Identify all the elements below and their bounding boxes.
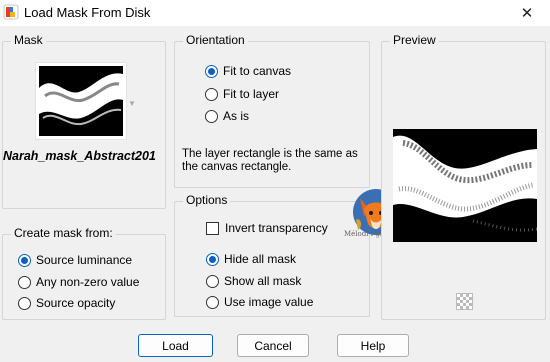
radio-indicator[interactable] — [206, 252, 219, 266]
checkbox-label: Invert transparency — [225, 221, 328, 235]
radio-label: Use image value — [224, 295, 314, 309]
invert-transparency-checkbox[interactable]: Invert transparency — [206, 221, 328, 235]
mask-group: Mask ▼ Narah_mask_Abstract201 — [2, 33, 166, 209]
radio-use-image-value[interactable]: Use image value — [206, 295, 313, 309]
load-button-label: Load — [162, 338, 189, 353]
radio-indicator[interactable] — [205, 109, 218, 123]
mask-group-label: Mask — [11, 33, 46, 47]
create-mask-from-label: Create mask from: — [11, 226, 116, 240]
mask-name: Narah_mask_Abstract201 — [3, 149, 156, 163]
radio-indicator[interactable] — [18, 253, 31, 267]
radio-indicator[interactable] — [206, 274, 219, 288]
close-button[interactable]: ✕ — [504, 0, 550, 26]
radio-label: Fit to canvas — [223, 64, 292, 78]
radio-label: Any non-zero value — [36, 275, 140, 289]
radio-show-all-mask[interactable]: Show all mask — [206, 274, 301, 288]
radio-fit-to-canvas[interactable]: Fit to canvas — [205, 64, 291, 78]
radio-source-luminance[interactable]: Source luminance — [18, 253, 132, 267]
mask-thumbnail[interactable] — [35, 62, 127, 140]
radio-label: Source opacity — [36, 296, 116, 310]
radio-any-non-zero[interactable]: Any non-zero value — [18, 275, 139, 289]
options-group-label: Options — [183, 193, 231, 207]
radio-label: Hide all mask — [224, 252, 297, 266]
checkbox-indicator[interactable] — [206, 221, 219, 235]
window-title: Load Mask From Disk — [24, 5, 151, 20]
mask-thumbnail-image — [39, 66, 123, 136]
help-button[interactable]: Help — [337, 334, 409, 357]
title-bar: Load Mask From Disk ✕ — [0, 0, 550, 26]
radio-indicator[interactable] — [18, 275, 31, 289]
radio-label: Show all mask — [224, 274, 302, 288]
orientation-group: Orientation Fit to canvas Fit to layer A… — [174, 33, 370, 188]
radio-label: Fit to layer — [223, 87, 280, 101]
radio-indicator[interactable] — [18, 296, 31, 310]
app-icon — [3, 4, 19, 20]
cancel-button[interactable]: Cancel — [237, 334, 309, 357]
radio-indicator[interactable] — [205, 87, 218, 101]
radio-indicator[interactable] — [206, 295, 219, 309]
load-button[interactable]: Load — [138, 334, 213, 357]
radio-indicator[interactable] — [205, 64, 218, 78]
cancel-button-label: Cancel — [254, 338, 292, 353]
help-button-label: Help — [360, 338, 386, 353]
radio-hide-all-mask[interactable]: Hide all mask — [206, 252, 296, 266]
preview-image — [393, 129, 537, 242]
dropdown-arrow-icon[interactable]: ▼ — [128, 99, 136, 108]
preview-group-label: Preview — [390, 33, 439, 47]
transparency-toggle-icon[interactable] — [456, 293, 473, 310]
orientation-description: The layer rectangle is the same as the c… — [182, 148, 358, 173]
close-icon: ✕ — [520, 5, 534, 22]
radio-as-is[interactable]: As is — [205, 109, 249, 123]
preview-group: Preview — [381, 33, 546, 320]
radio-source-opacity[interactable]: Source opacity — [18, 296, 115, 310]
orientation-group-label: Orientation — [183, 33, 248, 47]
radio-label: As is — [223, 109, 250, 123]
create-mask-from-group: Create mask from: Source luminance Any n… — [2, 226, 166, 320]
options-group: Options Invert transparency Hide all mas… — [174, 193, 370, 317]
radio-fit-to-layer[interactable]: Fit to layer — [205, 87, 279, 101]
preview-mask-image — [393, 129, 537, 242]
radio-label: Source luminance — [36, 253, 133, 267]
